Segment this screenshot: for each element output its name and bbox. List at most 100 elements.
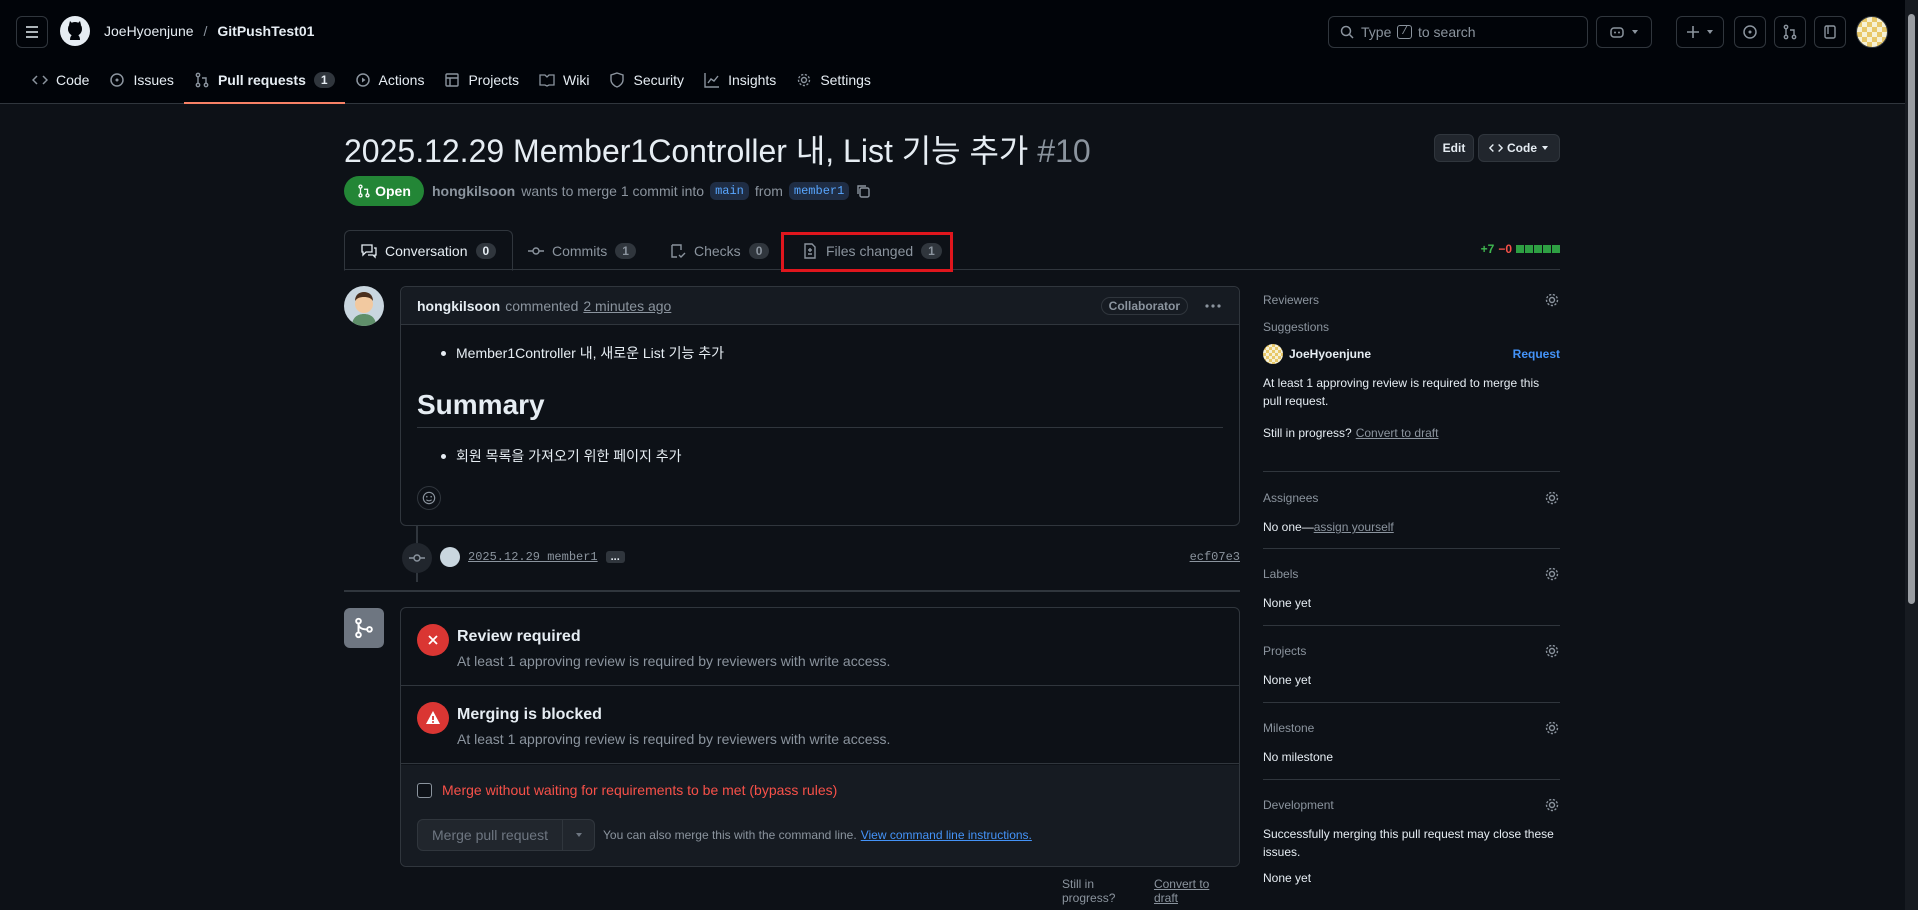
kebab-horizontal-icon[interactable] [1203,298,1223,314]
commit-badge [402,543,432,573]
tab-actions[interactable]: Actions [345,64,435,96]
comment-time[interactable]: 2 minutes ago [583,298,671,314]
milestone-title: Milestone [1263,721,1315,735]
graph-icon [704,73,720,88]
cli-instructions-link[interactable]: View command line instructions. [861,828,1032,842]
sidebar-milestone: Milestone No milestone [1263,720,1560,764]
gear-icon[interactable] [1544,566,1560,582]
comment-box: hongkilsoon commented 2 minutes ago Coll… [400,286,1240,526]
scrollbar-thumb[interactable] [1908,14,1915,604]
tab-settings[interactable]: Settings [786,64,881,96]
still-text: Still in progress? [1062,877,1116,905]
tab-commits[interactable]: Commits 1 [512,230,652,271]
tab-checks[interactable]: Checks 0 [654,230,785,271]
still-in-progress: Still in progress? Convert to draft [1263,426,1560,440]
bypass-label: Merge without waiting for requirements t… [442,782,838,798]
merge-pull-request-button[interactable]: Merge pull request [417,819,563,851]
issues-button[interactable] [1734,16,1766,48]
repo-link[interactable]: GitPushTest01 [217,23,314,39]
convert-to-draft-link[interactable]: Convert to draft [1154,877,1236,905]
avatar [440,547,460,567]
labels-value: None yet [1263,596,1312,610]
create-new-button[interactable] [1676,16,1724,48]
gear-icon[interactable] [1544,643,1560,659]
gear-icon[interactable] [1544,720,1560,736]
pr-title: 2025.12.29 Member1Controller 내, List 기능 … [344,133,1029,169]
smiley-icon [422,491,436,505]
x-circle-icon [417,624,449,656]
pull-requests-button[interactable] [1774,16,1806,48]
cli-note: You can also merge this with the command… [603,828,1032,842]
gear-icon[interactable] [1544,797,1560,813]
tab-projects[interactable]: Projects [434,64,529,96]
table-icon [445,73,460,87]
sidebar-divider [1263,625,1560,626]
reviewers-note: At least 1 approving review is required … [1263,376,1540,408]
comment-author[interactable]: hongkilsoon [417,298,500,314]
github-logo-icon[interactable] [60,16,90,46]
development-title: Development [1263,798,1334,812]
tab-insights[interactable]: Insights [694,64,786,96]
sidebar-development: Development Successfully merging this pu… [1263,797,1560,885]
tab-conversation[interactable]: Conversation 0 [344,230,514,271]
copy-icon[interactable] [855,183,871,199]
code-button[interactable]: Code [1478,134,1560,162]
base-branch[interactable]: main [710,182,749,200]
pull-request-icon [358,184,370,198]
deletions: −0 [1498,242,1512,256]
timeline-divider [344,590,1240,592]
merge-options-button[interactable] [563,819,595,851]
reviewer-suggestion: JoeHyoenjune Request [1263,344,1560,364]
avatar[interactable] [1856,16,1888,48]
convert-to-draft-link[interactable]: Convert to draft [1356,426,1439,440]
gear-icon[interactable] [1544,490,1560,506]
tab-code[interactable]: Code [22,64,99,96]
search-key: / [1397,25,1412,39]
issue-icon [1743,25,1757,39]
sidebar-assignees: Assignees No one—assign yourself [1263,490,1560,534]
tab-wiki[interactable]: Wiki [529,64,599,96]
commit-message-link[interactable]: 2025.12.29 member1 [468,550,598,564]
edit-button[interactable]: Edit [1434,134,1474,162]
comment-avatar [344,286,384,326]
tab-label: Wiki [563,72,590,88]
reviewer-name[interactable]: JoeHyoenjune [1289,347,1371,361]
author-link[interactable]: hongkilsoon [432,183,515,199]
commit-sha-link[interactable]: ecf07e3 [1190,550,1240,564]
status-label: Open [375,183,411,199]
suggestions-label: Suggestions [1263,320,1330,334]
sidebar-labels: Labels None yet [1263,566,1560,610]
copilot-icon [1610,27,1624,38]
add-reaction-button[interactable] [417,486,441,510]
merge-button-group: Merge pull request [417,819,595,851]
tab-label: Commits [552,242,608,259]
book-icon [539,74,555,87]
tab-pull-requests[interactable]: Pull requests 1 [183,64,345,104]
tab-count: 0 [475,242,497,259]
tab-label: Actions [378,72,425,88]
assign-yourself-link[interactable]: assign yourself [1314,520,1394,534]
tab-security[interactable]: Security [599,64,694,96]
sidebar-projects: Projects None yet [1263,643,1560,687]
diffstat-bar [1516,245,1560,253]
search-prefix: Type [1361,24,1392,40]
menu-button[interactable] [16,16,48,48]
bypass-checkbox[interactable] [417,782,432,798]
search-input[interactable]: Type / to search [1328,16,1588,48]
bypass-checkbox-row[interactable]: Merge without waiting for requirements t… [417,782,837,798]
labels-title: Labels [1263,567,1299,581]
projects-title: Projects [1263,644,1307,658]
assignees-title: Assignees [1263,491,1319,505]
tab-label: Projects [468,72,520,88]
tab-issues[interactable]: Issues [99,64,183,96]
commit-row: 2025.12.29 member1 ... ecf07e3 [440,546,1240,568]
commit-expand-button[interactable]: ... [605,551,625,563]
gear-icon[interactable] [1544,292,1560,308]
request-review-link[interactable]: Request [1513,347,1560,361]
projects-value: None yet [1263,673,1312,687]
owner-link[interactable]: JoeHyoenjune [104,23,194,39]
inbox-button[interactable] [1814,16,1846,48]
page-scrollbar[interactable] [1905,0,1918,910]
head-branch[interactable]: member1 [788,182,850,200]
copilot-button[interactable] [1596,16,1652,48]
